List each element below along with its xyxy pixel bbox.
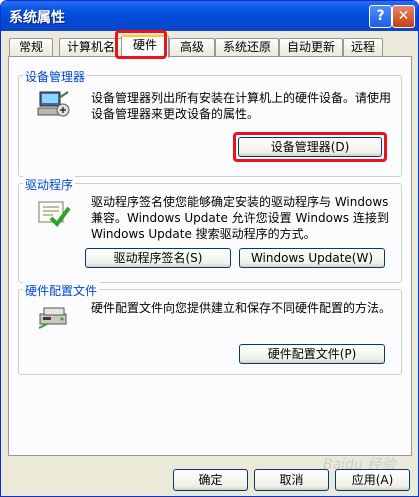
hardware-profiles-button[interactable]: 硬件配置文件(P) [239,344,385,364]
drivers-group: 驱动程序 驱动程序签名使您能够确定安装的驱动程序与 Windows 兼容。Win… [18,176,402,283]
driver-signing-icon [38,201,71,228]
driver-signing-button[interactable]: 驱动程序签名(S) [85,248,231,268]
window-title: 系统属性 [9,10,65,26]
apply-button[interactable]: 应用(A) [335,469,410,491]
cancel-button[interactable]: 取消 [254,469,329,491]
tab-strip: 常规 计算机名 硬件 高级 系统还原 自动更新 远程 [7,35,413,58]
title-bar[interactable]: 系统属性 ? ✕ [1,1,418,31]
device-manager-group: 设备管理器 设备管理器列出所有安装在计算机上的硬件设备。请使用设备管理器来更改设… [18,68,402,177]
device-manager-description: 设备管理器列出所有安装在计算机上的硬件设备。请使用设备管理器来更改设备的属性。 [91,91,392,121]
system-properties-window: 系统属性 ? ✕ 常规 计算机名 硬件 高级 系统还原 自动更新 远程 设备管理… [0,0,419,497]
device-manager-icon [37,91,70,117]
windows-update-button[interactable]: Windows Update(W) [239,248,385,268]
hardware-profile-icon [38,307,67,329]
tab-system-restore[interactable]: 系统还原 [215,38,279,56]
tab-general[interactable]: 常规 [9,38,53,56]
tab-computer-name[interactable]: 计算机名 [59,38,123,56]
ok-button[interactable]: 确定 [173,469,248,491]
hardware-profiles-group: 硬件配置文件 硬件配置文件向您提供建立和保存不同硬件配置的方法。 硬件配置文件(… [18,282,402,375]
device-manager-group-label: 设备管理器 [23,68,88,85]
tab-advanced[interactable]: 高级 [169,38,215,56]
tab-automatic-updates[interactable]: 自动更新 [279,38,343,56]
tab-remote[interactable]: 远程 [343,38,383,56]
tab-highlight-annotation [115,30,167,59]
close-button[interactable]: ✕ [392,5,415,28]
hardware-tab-panel: 设备管理器 设备管理器列出所有安装在计算机上的硬件设备。请使用设备管理器来更改设… [8,56,412,456]
help-button[interactable]: ? [369,5,392,28]
drivers-description: 驱动程序签名使您能够确定安装的驱动程序与 Windows 兼容。Windows … [91,195,389,241]
hardware-profiles-group-label: 硬件配置文件 [23,282,100,299]
drivers-group-label: 驱动程序 [23,176,76,193]
hardware-profiles-description: 硬件配置文件向您提供建立和保存不同硬件配置的方法。 [91,301,392,315]
device-manager-button-highlight [233,132,387,162]
